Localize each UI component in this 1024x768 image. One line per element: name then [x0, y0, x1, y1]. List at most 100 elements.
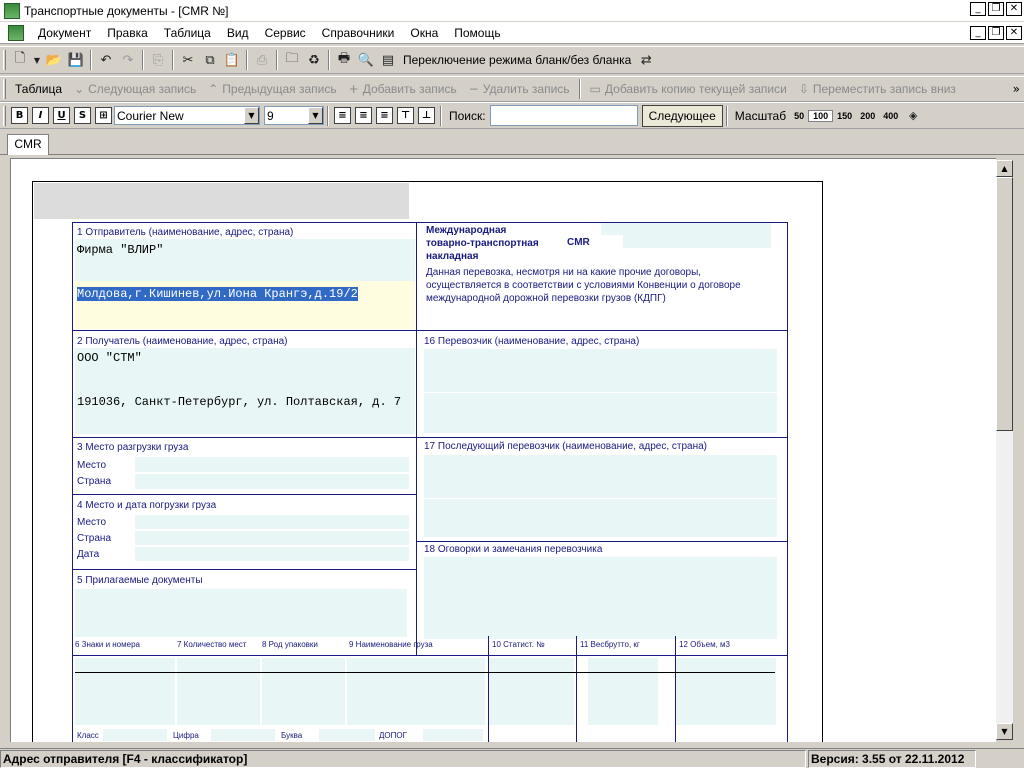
menu-table[interactable]: Таблица	[156, 22, 219, 44]
font-size-value: 9	[267, 108, 274, 123]
scroll-up-icon[interactable]: ▲	[996, 160, 1013, 177]
underline-button[interactable]: U	[53, 107, 70, 124]
prev-record-button[interactable]: ⌃ Предыдущая запись	[202, 82, 342, 96]
menu-service[interactable]: Сервис	[257, 22, 314, 44]
blank-mode-switch-icon[interactable]: ⇄	[635, 49, 657, 71]
unload-place-field[interactable]	[135, 457, 409, 472]
menu-edit[interactable]: Правка	[99, 22, 156, 44]
next-record-button[interactable]: ⌄ Следующая запись	[68, 82, 202, 96]
load-country-field[interactable]	[135, 531, 409, 545]
new-document-icon[interactable]: 🗋	[9, 49, 31, 71]
document-canvas[interactable]: 1 Отправитель (наименование, адрес, стра…	[10, 158, 996, 742]
italic-button[interactable]: I	[32, 107, 49, 124]
font-size-select[interactable]: 9 ▼	[264, 106, 324, 125]
chevron-down-icon[interactable]: ▼	[308, 107, 323, 124]
paste-icon[interactable]: 📋	[221, 49, 243, 71]
class-field[interactable]	[103, 729, 167, 741]
blank-mode-toggle-label[interactable]: Переключение режима бланк/без бланка	[399, 53, 635, 67]
digit-field[interactable]	[211, 729, 275, 741]
chevron-down-icon[interactable]: ▼	[244, 107, 259, 124]
close-button[interactable]: ✕	[1006, 2, 1022, 16]
menu-help[interactable]: Помощь	[446, 22, 508, 44]
cut-icon[interactable]: ✂	[177, 49, 199, 71]
goods-name-field[interactable]	[347, 658, 485, 725]
stamp-icon[interactable]: ⎙	[251, 49, 273, 71]
scroll-thumb[interactable]	[996, 177, 1013, 431]
delete-record-button[interactable]: − Удалить запись	[463, 82, 576, 96]
doc-close-button[interactable]: ✕	[1006, 26, 1022, 40]
letter-field[interactable]	[319, 729, 375, 741]
align-center-icon[interactable]: ≡	[355, 107, 372, 124]
weight-field[interactable]	[588, 658, 658, 725]
scale-50-button[interactable]: 50	[790, 111, 808, 121]
document-window-icon[interactable]	[8, 24, 24, 41]
menu-view[interactable]: Вид	[219, 22, 257, 44]
next-carrier-field-2[interactable]	[424, 499, 777, 537]
adr-field[interactable]	[423, 729, 483, 741]
search-input[interactable]	[489, 105, 638, 126]
consignee-name-field[interactable]: ООО "СТМ"	[77, 351, 142, 365]
refresh-folder-icon[interactable]: ♻	[303, 49, 325, 71]
move-record-down-button[interactable]: ⇩ Переместить запись вниз	[793, 82, 962, 96]
stat-field[interactable]	[489, 658, 574, 725]
valign-bottom-icon[interactable]: ⊥	[418, 107, 435, 124]
carrier-remarks-field[interactable]	[424, 557, 777, 639]
strikethrough-button[interactable]: S	[74, 107, 91, 124]
volume-field[interactable]	[676, 658, 776, 725]
align-right-icon[interactable]: ≡	[376, 107, 393, 124]
docs-field[interactable]	[75, 589, 407, 637]
font-name-select[interactable]: Courier New ▼	[114, 106, 260, 125]
open-folder-icon[interactable]: 📂	[43, 49, 65, 71]
carrier-field-2[interactable]	[424, 393, 777, 433]
sender-name-field[interactable]: Фирма "ВЛИР"	[77, 243, 163, 257]
scroll-down-icon[interactable]: ▼	[996, 723, 1013, 740]
minimize-button[interactable]: _	[970, 2, 986, 16]
tab-cmr[interactable]: CMR	[7, 134, 49, 155]
border-button[interactable]: ⊞	[95, 107, 112, 124]
load-place-field[interactable]	[135, 515, 409, 529]
scale-400-button[interactable]: 400	[879, 111, 902, 121]
add-copy-record-button[interactable]: ▭ Добавить копию текущей записи	[584, 82, 793, 96]
folder-icon[interactable]: 🗀	[281, 49, 303, 71]
quantity-field[interactable]	[177, 658, 260, 725]
doc-restore-button[interactable]: ❐	[988, 26, 1004, 40]
print-preview-icon[interactable]: 🔍	[355, 49, 377, 71]
redo-icon[interactable]: ↷	[117, 49, 139, 71]
col-weight-label: 11 Весбрутто, кг	[580, 640, 640, 649]
cmr-number-field[interactable]	[601, 223, 771, 235]
scale-200-button[interactable]: 200	[856, 111, 879, 121]
next-carrier-field-1[interactable]	[424, 455, 777, 498]
save-icon[interactable]: 💾	[65, 49, 87, 71]
valign-top-icon[interactable]: ⊤	[397, 107, 414, 124]
vertical-scrollbar[interactable]: ▲ ▼	[996, 160, 1013, 740]
sender-label: 1 Отправитель (наименование, адрес, стра…	[77, 227, 294, 238]
doc-minimize-button[interactable]: _	[970, 26, 986, 40]
unload-country-field[interactable]	[135, 474, 409, 489]
bold-button[interactable]: B	[11, 107, 28, 124]
menu-document[interactable]: Документ	[30, 22, 99, 44]
menu-bar: Документ Правка Таблица Вид Сервис Справ…	[0, 22, 1024, 44]
menu-windows[interactable]: Окна	[402, 22, 446, 44]
export-icon[interactable]: ⎘	[147, 49, 169, 71]
consignee-address-field[interactable]: 191036, Санкт-Петербург, ул. Полтавская,…	[77, 395, 401, 409]
dropdown-arrow-icon[interactable]: ▼	[31, 49, 43, 71]
load-date-field[interactable]	[135, 547, 409, 561]
print-icon[interactable]: 🖶	[333, 49, 355, 71]
find-next-button[interactable]: Следующее	[641, 104, 723, 127]
menu-references[interactable]: Справочники	[314, 22, 403, 44]
blank-mode-icon[interactable]: ▤	[377, 49, 399, 71]
scale-100-button[interactable]: 100	[808, 109, 834, 122]
marks-field[interactable]	[75, 658, 175, 725]
carrier-field-1[interactable]	[424, 349, 777, 392]
sender-address-field[interactable]: Молдова,г.Кишинев,ул.Иона Крангэ,д.19/2	[77, 287, 358, 301]
packing-field[interactable]	[262, 658, 345, 725]
restore-button[interactable]: ❐	[988, 2, 1004, 16]
toolbar-overflow-icon[interactable]: »	[1013, 82, 1020, 96]
add-record-button[interactable]: + Добавить запись	[343, 82, 463, 96]
scale-150-button[interactable]: 150	[833, 111, 856, 121]
scale-spin-icon[interactable]: ◈	[902, 105, 924, 127]
copy-icon[interactable]: ⧉	[199, 49, 221, 71]
cmr-number-field-2[interactable]	[623, 235, 771, 248]
undo-icon[interactable]: ↶	[95, 49, 117, 71]
align-left-icon[interactable]: ≡	[334, 107, 351, 124]
